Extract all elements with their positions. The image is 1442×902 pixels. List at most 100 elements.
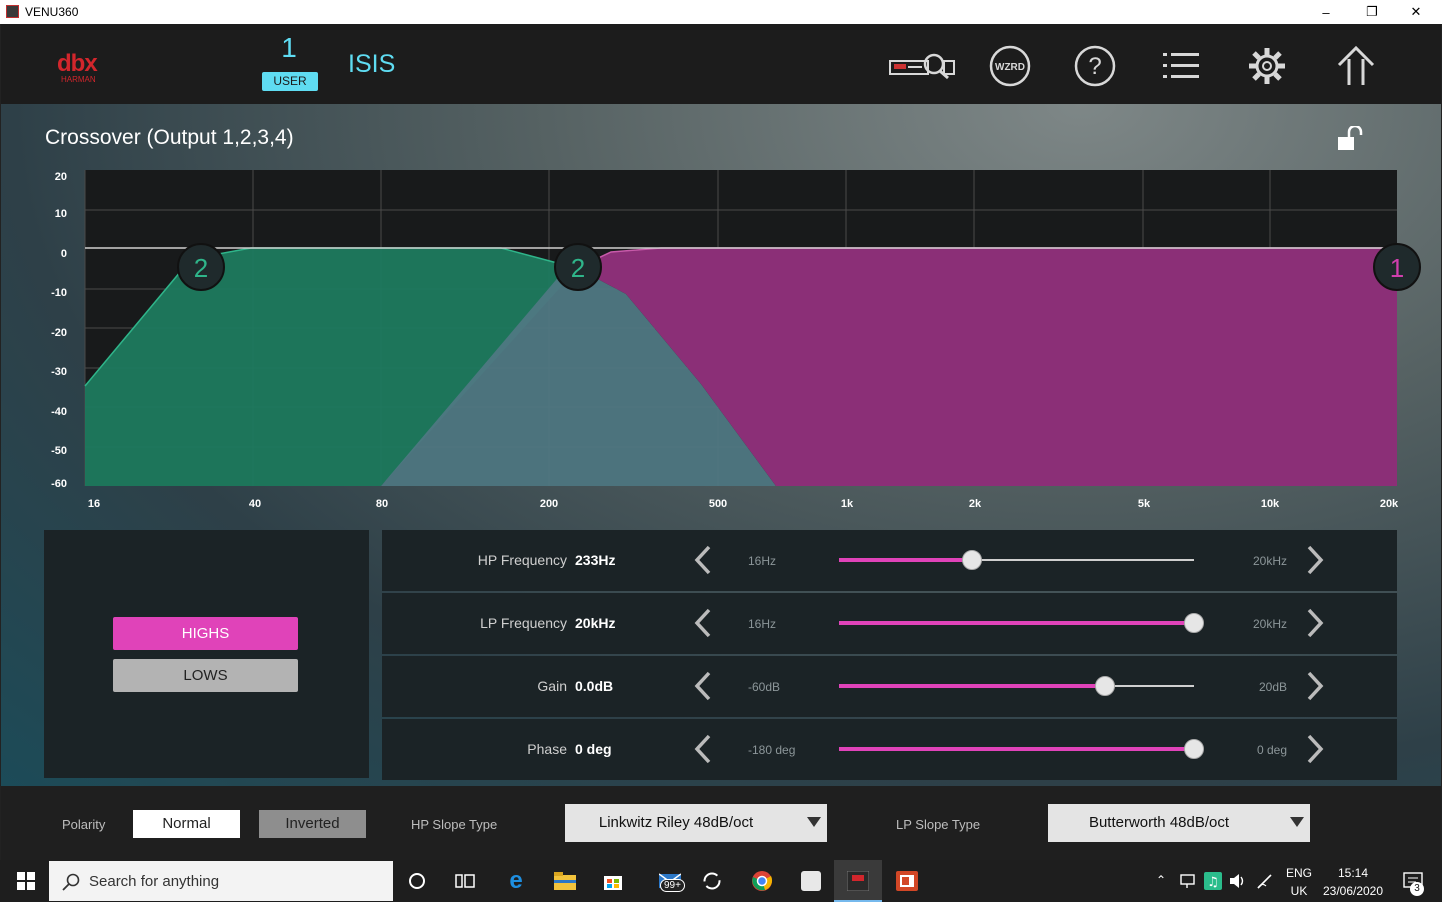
window-title: VENU360 xyxy=(25,5,79,19)
edge-browser-icon[interactable]: e xyxy=(504,867,528,894)
param-max: 20kHz xyxy=(1252,554,1287,568)
sync-icon[interactable] xyxy=(700,869,724,893)
crossover-handle[interactable]: 1 xyxy=(1373,243,1421,291)
close-button[interactable]: ✕ xyxy=(1393,0,1439,24)
increment-chevron-icon[interactable] xyxy=(1304,733,1326,770)
wizard-icon[interactable]: WZRD xyxy=(988,44,1032,88)
svg-text:♫: ♫ xyxy=(1207,875,1219,890)
settings-gear-icon[interactable] xyxy=(1246,44,1288,88)
hp-slope-label: HP Slope Type xyxy=(411,817,498,832)
language-indicator[interactable]: ENG UK xyxy=(1284,866,1314,898)
param-value: 20kHz xyxy=(575,615,616,631)
highs-button[interactable]: HIGHS xyxy=(113,617,298,650)
app-icon xyxy=(6,5,19,18)
slider-thumb[interactable] xyxy=(1184,739,1204,759)
menu-list-icon[interactable] xyxy=(1161,44,1201,88)
param-slider[interactable] xyxy=(839,613,1204,633)
decrement-chevron-icon[interactable] xyxy=(692,544,714,581)
mail-badge: 99+ xyxy=(660,879,685,892)
venu360-app-icon[interactable] xyxy=(846,869,870,893)
unlock-icon[interactable] xyxy=(1337,124,1365,157)
help-label: ? xyxy=(1088,53,1101,80)
lows-button[interactable]: LOWS xyxy=(113,659,298,692)
slider-thumb[interactable] xyxy=(962,550,983,570)
param-row-phase: Phase 0 deg -180 deg 0 deg xyxy=(382,719,1397,780)
param-max: 0 deg xyxy=(1256,743,1287,757)
mail-icon[interactable]: 99+ xyxy=(652,869,688,893)
help-icon[interactable]: ? xyxy=(1073,44,1117,88)
language-region: UK xyxy=(1290,884,1308,898)
harman-logo: HARMAN xyxy=(61,75,96,84)
preset-user-badge[interactable]: USER xyxy=(262,72,318,91)
language-code: ENG xyxy=(1285,866,1312,880)
notification-center-icon[interactable]: 3 xyxy=(1400,872,1426,896)
crossover-handle-label: 2 xyxy=(571,253,585,283)
hp-slope-dropdown[interactable]: Linkwitz Riley 48dB/oct xyxy=(565,804,827,842)
pen-icon[interactable] xyxy=(1256,872,1274,893)
polarity-normal-button[interactable]: Normal xyxy=(133,810,240,838)
frequency-response-graph[interactable]: 20 10 0 -10 -20 -30 -40 -50 -60 16 40 80 200 500 1k 2k… xyxy=(1,164,1441,524)
increment-chevron-icon[interactable] xyxy=(1304,607,1326,644)
minimize-button[interactable]: – xyxy=(1303,0,1349,24)
dbx-logo: dbx xyxy=(57,50,98,77)
param-row-hp-frequency: HP Frequency 233Hz 16Hz 20kHz xyxy=(382,530,1397,591)
param-label: LP Frequency xyxy=(480,615,567,631)
clock-date: 23/06/2020 xyxy=(1322,884,1384,898)
polarity-label: Polarity xyxy=(62,817,106,832)
preset-name[interactable]: ISIS xyxy=(348,50,395,79)
band-selector-panel: HIGHS LOWS xyxy=(44,530,369,778)
preset-number: 1 xyxy=(281,32,297,63)
dropdown-arrow-icon xyxy=(807,817,821,827)
lp-slope-label: LP Slope Type xyxy=(896,817,981,832)
clock-time: 15:14 xyxy=(1337,866,1369,880)
decrement-chevron-icon[interactable] xyxy=(692,733,714,770)
param-label: Gain xyxy=(537,678,567,694)
chrome-icon[interactable] xyxy=(750,869,774,893)
dropdown-arrow-icon xyxy=(1290,817,1304,827)
store-icon[interactable] xyxy=(601,869,625,893)
powerpoint-icon[interactable] xyxy=(895,869,919,893)
search-placeholder: Search for anything xyxy=(89,873,220,890)
decrement-chevron-icon[interactable] xyxy=(692,607,714,644)
task-view-icon[interactable] xyxy=(453,869,477,893)
param-value: 0 deg xyxy=(575,741,612,757)
increment-chevron-icon[interactable] xyxy=(1304,670,1326,707)
param-min: -60dB xyxy=(748,680,781,694)
decrement-chevron-icon[interactable] xyxy=(692,670,714,707)
param-slider[interactable] xyxy=(839,739,1204,759)
music-app-icon[interactable]: ♫ xyxy=(1204,872,1222,893)
crossover-handle[interactable]: 2 xyxy=(554,243,602,291)
maximize-button[interactable]: ❐ xyxy=(1349,0,1395,24)
volume-icon[interactable] xyxy=(1229,873,1247,892)
network-icon[interactable] xyxy=(1180,873,1198,892)
param-max: 20dB xyxy=(1258,680,1287,694)
param-slider[interactable] xyxy=(839,550,1194,570)
lp-slope-dropdown[interactable]: Butterworth 48dB/oct xyxy=(1048,804,1310,842)
param-row-gain: Gain 0.0dB -60dB 20dB xyxy=(382,656,1397,717)
device-scan-icon[interactable] xyxy=(887,44,957,88)
param-min: 16Hz xyxy=(748,617,777,631)
bottom-options-bar: Polarity Normal Inverted HP Slope Type L… xyxy=(1,786,1441,860)
notification-count: 3 xyxy=(1410,882,1424,896)
media-app-icon[interactable] xyxy=(799,869,823,893)
clock[interactable]: 15:14 23/06/2020 xyxy=(1320,866,1386,898)
param-value: 233Hz xyxy=(575,552,616,568)
crossover-handle[interactable]: 2 xyxy=(177,243,225,291)
polarity-inverted-button[interactable]: Inverted xyxy=(259,810,366,838)
crossover-handle-label: 2 xyxy=(194,253,208,283)
param-row-lp-frequency: LP Frequency 20kHz 16Hz 20kHz xyxy=(382,593,1397,654)
window-titlebar: VENU360 – ❐ ✕ xyxy=(0,0,1442,24)
cortana-icon[interactable] xyxy=(405,869,429,893)
increment-chevron-icon[interactable] xyxy=(1304,544,1326,581)
home-up-icon[interactable] xyxy=(1335,44,1377,88)
slider-thumb[interactable] xyxy=(1095,676,1116,696)
wizard-label: WZRD xyxy=(995,62,1025,73)
slider-thumb[interactable] xyxy=(1184,613,1204,633)
param-slider[interactable] xyxy=(839,676,1194,696)
file-explorer-icon[interactable] xyxy=(553,869,577,893)
param-max: 20kHz xyxy=(1252,617,1287,631)
tray-expand-icon[interactable]: ⌃ xyxy=(1156,873,1166,887)
taskbar-search-box[interactable]: Search for anything xyxy=(49,861,393,901)
windows-start-icon[interactable] xyxy=(14,869,38,893)
param-min: -180 deg xyxy=(748,743,796,757)
